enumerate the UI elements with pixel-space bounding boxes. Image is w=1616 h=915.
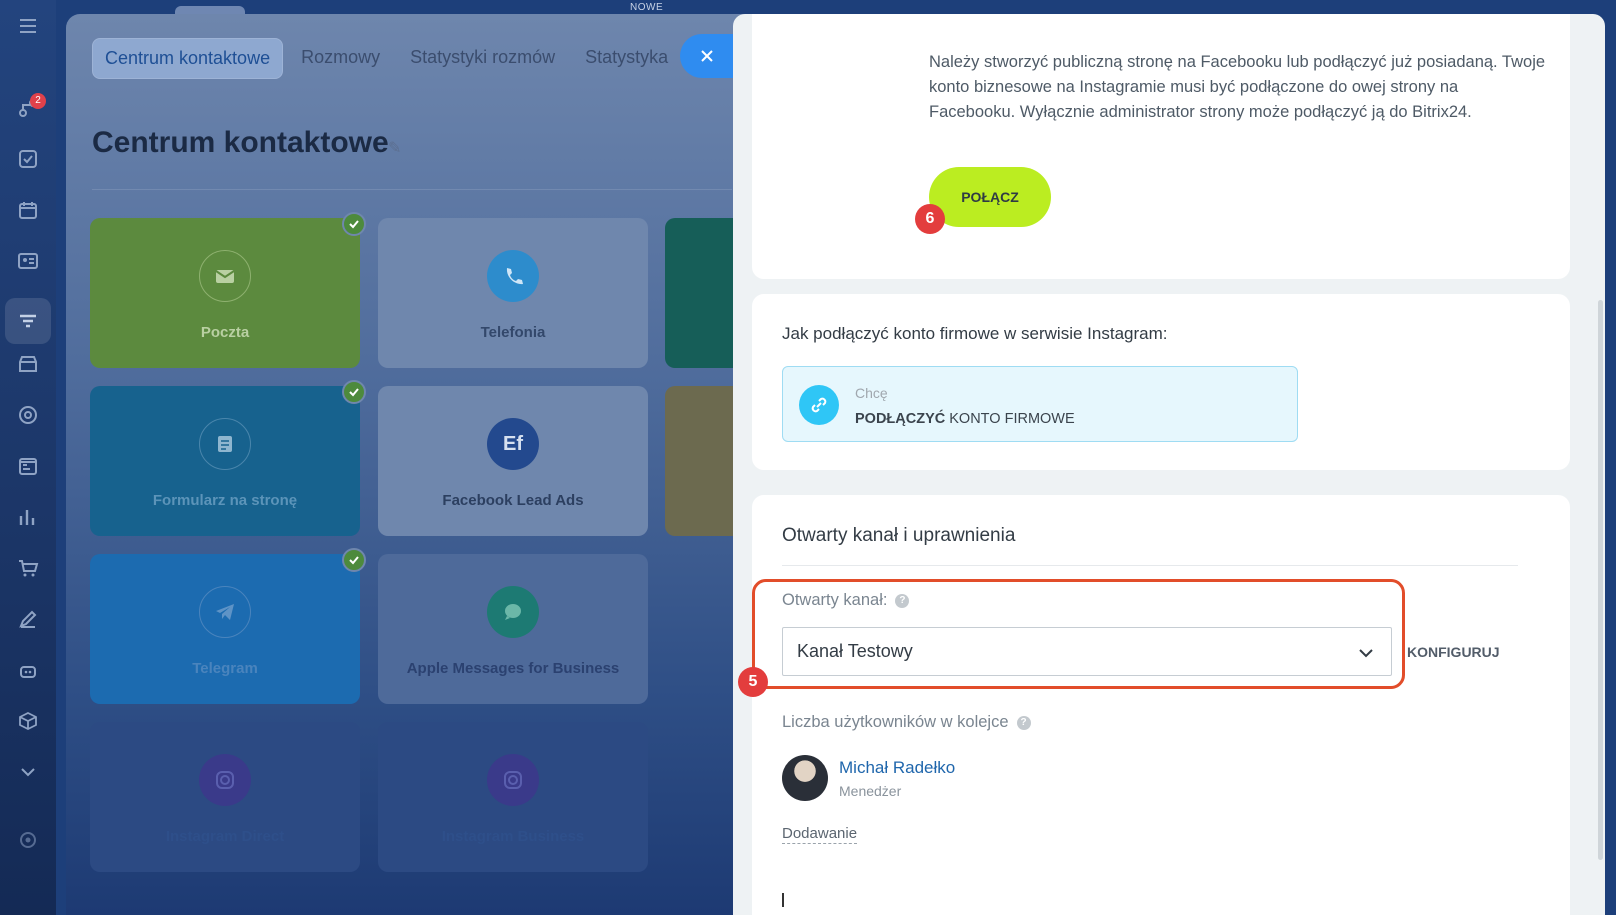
instagram-icon — [487, 754, 539, 806]
user-name-link[interactable]: Michał Radełko — [839, 758, 955, 778]
analytics-icon[interactable] — [14, 503, 42, 531]
open-channel-card: Otwarty kanał i uprawnienia Otwarty kana… — [738, 495, 1570, 915]
step-marker: 5 — [738, 667, 768, 697]
how-to-main-rest: KONTO FIRMOWE — [945, 411, 1075, 427]
target-icon[interactable] — [14, 401, 42, 429]
sign-icon[interactable] — [14, 605, 42, 633]
tile-instagram-direct[interactable]: Instagram Direct — [90, 722, 360, 872]
how-to-main-text: PODŁĄCZYĆ KONTO FIRMOWE — [855, 411, 1075, 427]
divider — [782, 565, 1518, 566]
intro-text: Należy stworzyć publiczną stronę na Face… — [929, 53, 1546, 121]
top-tabs: Centrum kontaktowe Rozmowy Statystyki ro… — [92, 38, 680, 79]
configure-link[interactable]: KONFIGURUJ — [1407, 644, 1500, 660]
help-icon[interactable]: ? — [1016, 716, 1031, 730]
check-icon — [342, 212, 366, 236]
tile-label: Formularz na stronę — [152, 492, 298, 509]
connect-card: Należy stworzyć publiczną stronę na Face… — [752, 14, 1570, 279]
page-title: Centrum kontaktowe — [92, 126, 389, 159]
tile-telephony[interactable]: Telefonia — [378, 218, 648, 368]
pin-icon[interactable]: ✎ — [388, 138, 401, 158]
new-label: NOWE — [630, 2, 664, 13]
tile-label: Telefonia — [480, 324, 546, 341]
contact-center-icon[interactable] — [14, 307, 42, 335]
tile-website-form[interactable]: Formularz na stronę — [90, 380, 366, 536]
left-sidebar: 2 — [0, 0, 56, 915]
chevron-down-icon — [1359, 649, 1373, 658]
tile-mail[interactable]: Poczta — [90, 212, 366, 368]
tile-facebook-lead-ads[interactable]: Ef Facebook Lead Ads — [378, 386, 648, 536]
divider — [92, 189, 732, 190]
how-to-main-bold: PODŁĄCZYĆ — [855, 411, 946, 427]
tasks-icon[interactable] — [14, 145, 42, 173]
open-channel-section-title: Otwarty kanał i uprawnienia — [782, 525, 1016, 546]
telegram-icon — [199, 586, 251, 638]
open-channel-label-text: Otwarty kanał: — [782, 591, 888, 609]
facebook-lead-ads-icon: Ef — [487, 418, 539, 470]
menu-icon[interactable] — [14, 12, 42, 40]
text-cursor — [782, 893, 784, 907]
schedule-icon[interactable] — [14, 452, 42, 480]
tab-conversation-stats[interactable]: Statystyki rozmów — [398, 38, 567, 79]
tile-label: Instagram Business — [441, 828, 585, 845]
apple-messages-icon — [487, 586, 539, 638]
check-icon — [342, 548, 366, 572]
tile-telegram[interactable]: Telegram — [90, 548, 366, 704]
tile-label: Apple Messages for Business — [406, 660, 620, 677]
queue-users-label: Liczba użytkowników w kolejce? — [782, 713, 1031, 732]
panel-scrollbar[interactable] — [1598, 300, 1603, 860]
add-user-link[interactable]: Dodawanie — [782, 825, 858, 844]
step-marker: 6 — [915, 204, 945, 234]
box-icon[interactable] — [14, 707, 42, 735]
tab-statistics[interactable]: Statystyka — [573, 38, 680, 79]
tile-label: Instagram Direct — [165, 828, 285, 845]
tab-conversations[interactable]: Rozmowy — [289, 38, 392, 79]
tile-apple-messages[interactable]: Apple Messages for Business — [378, 554, 648, 704]
notification-badge: 2 — [30, 93, 46, 109]
tile-label: Poczta — [200, 324, 250, 341]
avatar — [782, 755, 828, 801]
form-icon — [199, 418, 251, 470]
check-icon — [342, 380, 366, 404]
link-icon — [799, 385, 839, 425]
settings-icon[interactable] — [14, 826, 42, 854]
contacts-icon[interactable] — [14, 247, 42, 275]
cart-icon[interactable] — [14, 554, 42, 582]
contact-center-page: Centrum kontaktowe Rozmowy Statystyki ro… — [66, 14, 746, 915]
tile-label: Facebook Lead Ads — [442, 492, 584, 509]
store-icon[interactable] — [14, 350, 42, 378]
queue-users-label-text: Liczba użytkowników w kolejce — [782, 713, 1009, 731]
user-role: Menedżer — [839, 783, 902, 799]
instagram-connector-panel: Należy stworzyć publiczną stronę na Face… — [733, 14, 1605, 915]
open-channel-select[interactable]: Kanał Testowy — [782, 627, 1392, 676]
how-to-title: Jak podłączyć konto firmowe w serwisie I… — [782, 324, 1168, 343]
close-slider-button[interactable] — [680, 34, 736, 78]
help-icon[interactable]: ? — [895, 594, 910, 608]
open-channel-label: Otwarty kanał:? — [782, 591, 910, 610]
calendar-icon[interactable] — [14, 196, 42, 224]
chevron-down-icon[interactable] — [14, 758, 42, 786]
how-to-link-box[interactable]: Chcę PODŁĄCZYĆ KONTO FIRMOWE — [782, 366, 1298, 442]
instagram-icon — [199, 754, 251, 806]
phone-icon — [487, 250, 539, 302]
how-to-small-text: Chcę — [855, 385, 888, 401]
bot-icon[interactable] — [14, 656, 42, 684]
tile-label: Telegram — [192, 660, 258, 677]
tab-contact-center[interactable]: Centrum kontaktowe — [92, 38, 284, 79]
connect-button[interactable]: POŁĄCZ — [929, 167, 1051, 227]
how-to-card: Jak podłączyć konto firmowe w serwisie I… — [752, 294, 1570, 470]
open-channel-selected-value: Kanał Testowy — [797, 641, 913, 661]
mail-icon — [199, 250, 251, 302]
tile-instagram-business[interactable]: Instagram Business — [378, 722, 648, 872]
close-icon — [701, 50, 713, 62]
